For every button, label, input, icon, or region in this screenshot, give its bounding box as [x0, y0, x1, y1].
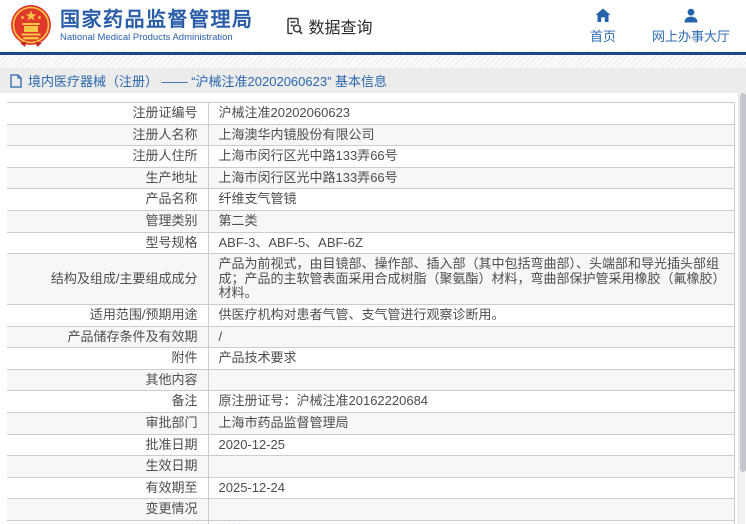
table-row: 生效日期 — [7, 455, 735, 478]
breadcrumb-text: 境内医疗器械（注册） —— “沪械注准20202060623” 基本信息 — [28, 74, 388, 89]
row-label: 批准日期 — [7, 433, 208, 457]
nav-home-label: 首页 — [589, 28, 616, 44]
table-row: 批准日期 2020-12-25 — [7, 433, 735, 457]
agency-logo[interactable]: 国家药品监督管理局 National Medical Products Admi… — [10, 4, 254, 48]
row-label: 注册人住所 — [7, 145, 208, 168]
row-label: 注册证编号 — [7, 102, 208, 125]
row-value: 上海市闵行区光中路133弄66号 — [207, 145, 735, 168]
table-row: 有效期至 2025-12-24 — [7, 476, 735, 500]
data-query-heading: 数据查询 — [284, 14, 373, 38]
table-row: 结构及组成/主要组成成分 产品为前视式，由目镜部、操作部、插入部（其中包括弯曲部）… — [7, 253, 735, 305]
row-label: 审批部门 — [7, 411, 208, 435]
info-table: 注册证编号 沪械注准20202060623 注册人名称 上海澳华内镜股份有限公司 注册人… — [7, 102, 735, 524]
national-emblem-icon — [10, 4, 52, 48]
table-row: 产品储存条件及有效期 / — [7, 325, 735, 349]
row-label: 生产地址 — [7, 166, 208, 190]
table-row: 适用范围/预期用途 供医疗机构对患者气管、支气管进行观察诊断用。 — [7, 303, 735, 327]
row-value: 沪械注准20202060623 — [207, 102, 735, 125]
nav-online-hall[interactable]: 网上办事大厅 — [652, 8, 730, 45]
row-label: 有效期至 — [7, 476, 208, 500]
agency-title: 国家药品监督管理局 — [60, 8, 254, 31]
table-row: 注详情 — [7, 519, 735, 524]
table-row: 注册人住所 上海市闵行区光中路133弄66号 — [7, 145, 735, 168]
row-label: 型号规格 — [7, 231, 208, 255]
info-table-body: 注册证编号 沪械注准20202060623 注册人名称 上海澳华内镜股份有限公司 注册人… — [7, 102, 735, 524]
row-value — [207, 368, 735, 392]
hatch-texture — [0, 55, 746, 68]
breadcrumb: 境内医疗器械（注册） —— “沪械注准20202060623” 基本信息 — [0, 68, 746, 93]
row-label: 注册人名称 — [7, 123, 208, 147]
row-label: 产品储存条件及有效期 — [7, 325, 208, 349]
scrollbar-thumb[interactable] — [739, 93, 746, 473]
row-label: 变更情况 — [7, 498, 208, 521]
row-value: 第二类 — [207, 209, 735, 233]
row-value: 上海澳华内镜股份有限公司 — [207, 123, 735, 147]
table-row: 产品名称 纤维支气管镜 — [7, 188, 735, 211]
row-value: 上海市药品监督管理局 — [207, 411, 735, 435]
row-value: 2025-12-24 — [207, 476, 735, 500]
table-row: 型号规格 ABF-3、ABF-5、ABF-6Z — [7, 231, 735, 255]
header: 国家药品监督管理局 National Medical Products Admi… — [0, 0, 746, 52]
row-label: 附件 — [7, 347, 208, 370]
row-label: 适用范围/预期用途 — [7, 303, 208, 327]
nav-hall-label: 网上办事大厅 — [651, 28, 730, 44]
row-value: 产品技术要求 — [207, 347, 735, 370]
row-value: 纤维支气管镜 — [207, 188, 735, 211]
row-value — [207, 498, 735, 521]
row-label: 注 — [7, 519, 208, 524]
row-label: 产品名称 — [7, 188, 208, 211]
document-icon — [10, 73, 22, 88]
row-value: ABF-3、ABF-5、ABF-6Z — [207, 231, 735, 255]
person-icon — [683, 8, 699, 23]
table-row: 注册证编号 沪械注准20202060623 — [7, 102, 735, 125]
agency-subtitle: National Medical Products Administration — [60, 31, 233, 43]
row-value: 原注册证号：沪械注准20162220684 — [207, 390, 735, 413]
table-row: 审批部门 上海市药品监督管理局 — [7, 411, 735, 435]
table-row: 备注 原注册证号：沪械注准20162220684 — [7, 390, 735, 413]
row-label: 备注 — [7, 390, 208, 413]
table-row: 变更情况 — [7, 498, 735, 521]
data-query-label: 数据查询 — [308, 20, 373, 37]
row-label: 结构及组成/主要组成成分 — [7, 253, 208, 305]
table-row: 管理类别 第二类 — [7, 209, 735, 233]
row-label: 生效日期 — [7, 455, 208, 478]
home-icon — [595, 8, 611, 23]
row-label: 其他内容 — [7, 368, 208, 392]
row-value — [207, 455, 735, 478]
row-value: 供医疗机构对患者气管、支气管进行观察诊断用。 — [207, 303, 735, 327]
row-value: 产品为前视式，由目镜部、操作部、插入部（其中包括弯曲部）、头端部和导光插头部组成… — [207, 253, 735, 305]
row-value: 2020-12-25 — [207, 433, 735, 457]
table-row: 附件 产品技术要求 — [7, 347, 735, 370]
row-value: 详情 — [207, 519, 735, 524]
table-row: 其他内容 — [7, 368, 735, 392]
row-value: / — [207, 325, 735, 349]
nav-home[interactable]: 首页 — [590, 8, 616, 45]
content-area: 注册证编号 沪械注准20202060623 注册人名称 上海澳华内镜股份有限公司 注册人… — [0, 93, 746, 524]
row-value: 上海市闵行区光中路133弄66号 — [207, 166, 735, 190]
row-label: 管理类别 — [7, 209, 208, 233]
top-nav: 首页 网上办事大厅 — [590, 8, 730, 45]
table-row: 注册人名称 上海澳华内镜股份有限公司 — [7, 123, 735, 147]
table-row: 生产地址 上海市闵行区光中路133弄66号 — [7, 166, 735, 190]
vertical-scrollbar[interactable] — [738, 93, 746, 524]
doc-search-icon — [284, 16, 304, 36]
